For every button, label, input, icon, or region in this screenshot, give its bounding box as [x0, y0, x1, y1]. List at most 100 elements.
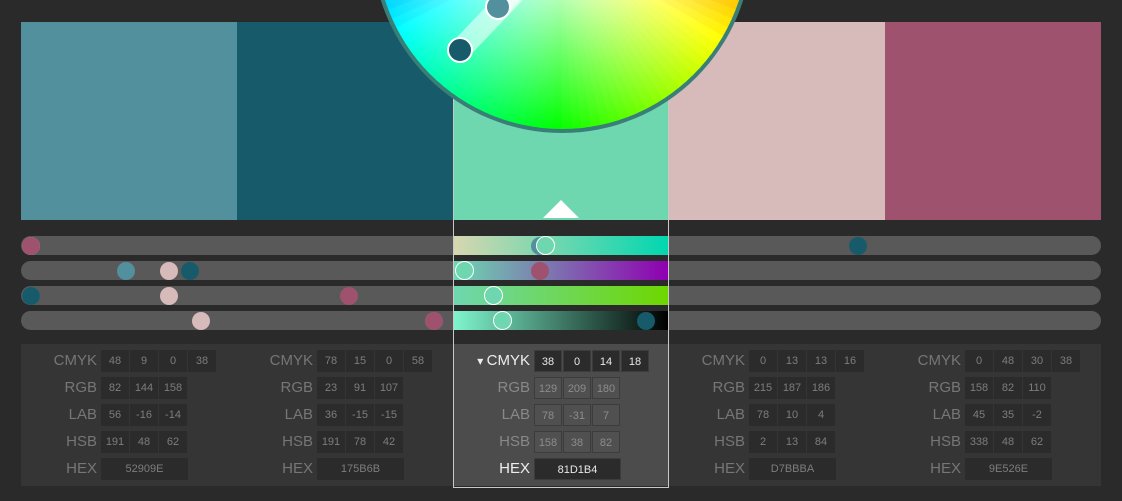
- rgb-value-2[interactable]: 91: [346, 377, 374, 399]
- lab-value-2[interactable]: 35: [994, 404, 1022, 426]
- rgb-value-3[interactable]: 158: [159, 377, 187, 399]
- lab-value-3[interactable]: 4: [807, 404, 835, 426]
- cmyk-value-4[interactable]: 38: [188, 350, 216, 372]
- cmyk-value-4[interactable]: 38: [1052, 350, 1080, 372]
- hsb-value-1[interactable]: 191: [317, 431, 345, 453]
- cmyk-value-3[interactable]: 30: [1023, 350, 1051, 372]
- slider-handle-swatch3-ch1[interactable]: [535, 236, 555, 255]
- hsb-value-2[interactable]: 78: [346, 431, 374, 453]
- color-wheel-graphic[interactable]: [372, 0, 752, 133]
- hsb-value-2[interactable]: 38: [563, 431, 591, 453]
- rgb-value-1[interactable]: 158: [965, 377, 993, 399]
- cmyk-value-1[interactable]: 0: [749, 350, 777, 372]
- rgb-value-2[interactable]: 187: [778, 377, 806, 399]
- wheel-marker-1[interactable]: [485, 0, 511, 20]
- hex-value-field[interactable]: 81D1B4: [534, 458, 621, 480]
- slider-handle-swatch5-ch4[interactable]: [424, 311, 443, 330]
- slider-handle-swatch1-ch2[interactable]: [117, 261, 136, 280]
- rgb-value-1[interactable]: 129: [534, 377, 562, 399]
- swatch-5[interactable]: [885, 22, 1101, 220]
- cmyk-label[interactable]: ▾ CMYK: [456, 350, 530, 372]
- rgb-value-2[interactable]: 144: [130, 377, 158, 399]
- cmyk-value-3[interactable]: 0: [159, 350, 187, 372]
- slider-handle-swatch4-ch4[interactable]: [191, 311, 210, 330]
- rgb-value-3[interactable]: 180: [592, 377, 620, 399]
- slider-handle-swatch4-ch3[interactable]: [159, 286, 178, 305]
- rgb-value-1[interactable]: 215: [749, 377, 777, 399]
- cmyk-value-1[interactable]: 78: [317, 350, 345, 372]
- slider-handle-swatch5-ch3[interactable]: [340, 286, 358, 305]
- cmyk-value-2[interactable]: 9: [130, 350, 158, 372]
- rgb-value-3[interactable]: 107: [375, 377, 403, 399]
- lab-value-2[interactable]: 10: [778, 404, 806, 426]
- hsb-value-3[interactable]: 62: [1023, 431, 1051, 453]
- slider-handle-swatch5-ch2[interactable]: [530, 261, 549, 280]
- rgb-value-2[interactable]: 209: [563, 377, 591, 399]
- color-wheel[interactable]: [372, 0, 752, 133]
- lab-value-1[interactable]: 78: [534, 404, 562, 426]
- cmyk-value-3[interactable]: 14: [592, 350, 620, 372]
- hsb-value-1[interactable]: 2: [749, 431, 777, 453]
- slider-handle-swatch3-ch2[interactable]: [454, 261, 474, 280]
- active-slider-gradient-2[interactable]: [454, 261, 668, 280]
- rgb-value-2[interactable]: 82: [994, 377, 1022, 399]
- cmyk-value-4[interactable]: 58: [404, 350, 432, 372]
- cmyk-value-1[interactable]: 48: [101, 350, 129, 372]
- hsb-value-2[interactable]: 13: [778, 431, 806, 453]
- cmyk-value-4[interactable]: 16: [836, 350, 864, 372]
- hex-value-field[interactable]: 52909E: [101, 458, 188, 480]
- hex-value-field[interactable]: 175B6B: [317, 458, 404, 480]
- slider-handle-swatch4-ch2[interactable]: [159, 261, 178, 280]
- cmyk-value-1[interactable]: 38: [534, 350, 562, 372]
- triangle-down-icon[interactable]: ▾: [477, 354, 486, 368]
- lab-value-2[interactable]: -16: [130, 404, 158, 426]
- lab-value-2[interactable]: -31: [563, 404, 591, 426]
- swatch-1[interactable]: [21, 22, 237, 220]
- cmyk-value-2[interactable]: 48: [994, 350, 1022, 372]
- hsb-value-3[interactable]: 42: [375, 431, 403, 453]
- slider-handle-swatch2-ch1[interactable]: [848, 236, 867, 255]
- hsb-value-2[interactable]: 48: [994, 431, 1022, 453]
- lab-value-3[interactable]: -15: [375, 404, 403, 426]
- wheel-marker-2[interactable]: [447, 37, 473, 63]
- hsb-value-1[interactable]: 158: [534, 431, 562, 453]
- hsb-value-3[interactable]: 84: [807, 431, 835, 453]
- lab-label: LAB: [456, 404, 530, 426]
- lab-value-3[interactable]: 7: [592, 404, 620, 426]
- triangle-up-icon: [543, 200, 579, 218]
- hsb-value-3[interactable]: 62: [159, 431, 187, 453]
- lab-value-3[interactable]: -2: [1023, 404, 1051, 426]
- hex-value-field[interactable]: 9E526E: [965, 458, 1052, 480]
- cmyk-value-2[interactable]: 13: [778, 350, 806, 372]
- cmyk-value-4[interactable]: 18: [621, 350, 649, 372]
- cmyk-value-2[interactable]: 0: [563, 350, 591, 372]
- hex-value-field[interactable]: D7BBBA: [749, 458, 836, 480]
- lab-value-1[interactable]: 78: [749, 404, 777, 426]
- cmyk-value-3[interactable]: 13: [807, 350, 835, 372]
- active-slider-gradient-1[interactable]: [454, 236, 668, 255]
- hsb-value-3[interactable]: 82: [592, 431, 620, 453]
- hex-label-text: HEX: [499, 460, 530, 477]
- rgb-value-1[interactable]: 82: [101, 377, 129, 399]
- active-slider-gradient-4[interactable]: [454, 311, 668, 330]
- rgb-value-1[interactable]: 23: [317, 377, 345, 399]
- hsb-value-2[interactable]: 48: [130, 431, 158, 453]
- cmyk-value-3[interactable]: 0: [375, 350, 403, 372]
- cmyk-value-2[interactable]: 15: [346, 350, 374, 372]
- lab-value-1[interactable]: 45: [965, 404, 993, 426]
- slider-handle-swatch5-ch1[interactable]: [22, 236, 40, 255]
- lab-value-2[interactable]: -15: [346, 404, 374, 426]
- cmyk-value-1[interactable]: 0: [965, 350, 993, 372]
- rgb-value-3[interactable]: 186: [807, 377, 835, 399]
- hsb-value-1[interactable]: 338: [965, 431, 993, 453]
- hsb-value-1[interactable]: 191: [101, 431, 129, 453]
- lab-label: LAB: [23, 404, 97, 426]
- rgb-value-3[interactable]: 110: [1023, 377, 1051, 399]
- lab-value-1[interactable]: 36: [317, 404, 345, 426]
- lab-value-3[interactable]: -14: [159, 404, 187, 426]
- lab-value-1[interactable]: 56: [101, 404, 129, 426]
- slider-handle-swatch2-ch2[interactable]: [181, 261, 199, 280]
- slider-handle-swatch3-ch4[interactable]: [493, 311, 513, 330]
- slider-handle-swatch2-ch4[interactable]: [636, 311, 655, 330]
- slider-handle-swatch2-ch3[interactable]: [22, 286, 40, 305]
